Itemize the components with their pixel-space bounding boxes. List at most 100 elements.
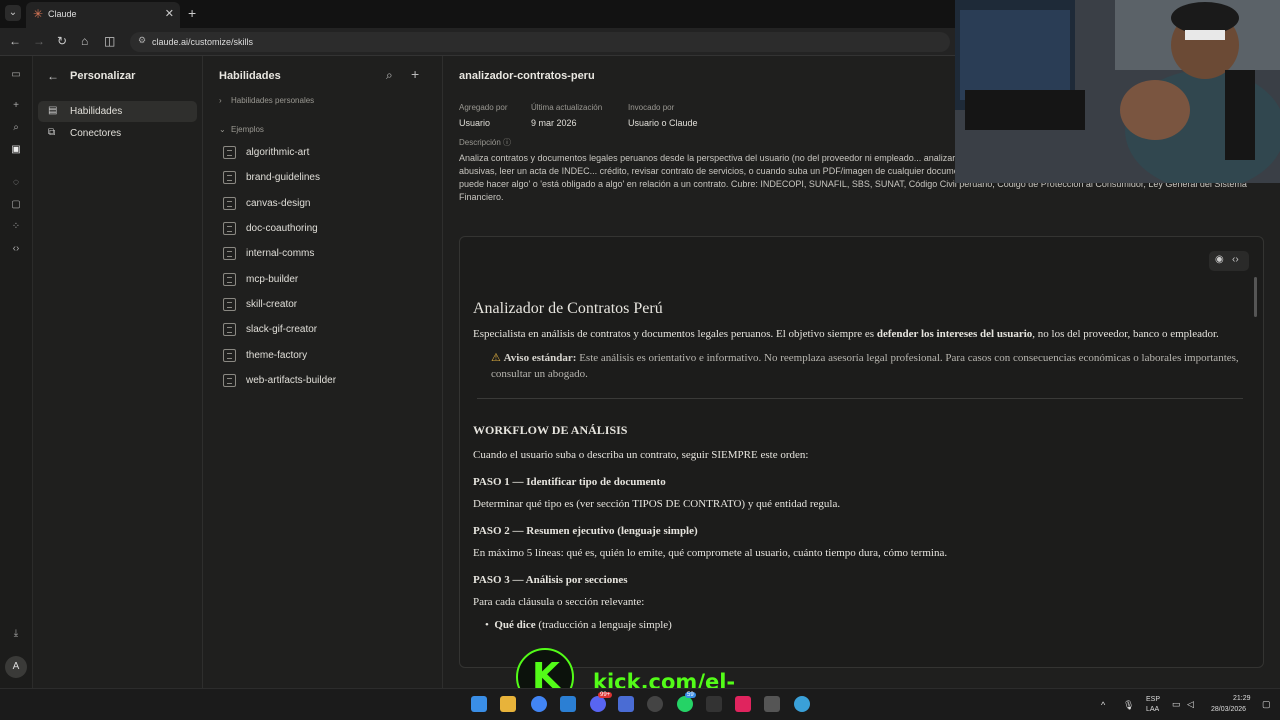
preview-scrollbar[interactable] [1254,277,1257,317]
skill-label: web-artifacts-builder [246,375,337,386]
skill-doc-icon [223,197,236,210]
sidebar-toggle-icon[interactable]: ▭ [9,68,23,82]
vscode-icon[interactable] [560,696,576,712]
skill-item[interactable]: canvas-design [223,194,423,214]
skill-label: internal-comms [246,248,315,259]
start-icon[interactable] [471,696,487,712]
skill-item[interactable]: algorithmic-art [223,143,423,163]
info-icon[interactable]: ⓘ [503,138,511,147]
lang-code[interactable]: ESP [1146,696,1160,703]
split-view-icon[interactable]: ◫ [104,34,115,48]
tiktok-icon[interactable] [735,696,751,712]
taskbar: 99+ 59 ^ 🎙 ESP LAA ▭ ◁ 21:29 28/03/2026 … [0,688,1280,720]
download-icon[interactable]: ⤓ [9,627,23,641]
webcam-image [955,0,1280,183]
lang-layout: LAA [1146,706,1160,713]
skill-item[interactable]: brand-guidelines [223,168,423,188]
projects-icon[interactable]: ▢ [9,198,23,212]
browser-tab[interactable]: ✳ Claude ✕ [26,2,180,28]
skill-label: canvas-design [246,198,311,209]
artifacts-icon[interactable]: ⁘ [9,220,23,234]
back-arrow-icon[interactable]: ← [47,69,59,83]
skill-doc-icon [223,171,236,184]
app-icon-3[interactable] [764,696,780,712]
intro-text: Especialista en análisis de contratos y … [473,328,877,340]
group-personal[interactable]: › Habilidades personales [219,96,314,105]
preview-eye-icon[interactable]: ◉ [1215,254,1224,265]
browser-icon[interactable] [794,696,810,712]
divider [477,398,1243,399]
app-icon[interactable] [618,696,634,712]
mic-icon[interactable]: 🎙 [1123,700,1134,711]
skill-item[interactable]: doc-coauthoring [223,219,423,239]
app-icon-2[interactable] [706,696,722,712]
skills-title: Habilidades [219,70,281,82]
skill-preview-card: ◉ ‹› Analizador de Contratos Perú Especi… [459,236,1264,668]
close-tab-icon[interactable]: ✕ [165,7,174,20]
site-info-icon[interactable]: ⚙ [138,35,146,46]
added-by-value: Usuario [459,118,491,128]
skill-label: theme-factory [246,350,308,361]
skill-doc-icon [223,273,236,286]
search-icon[interactable]: ⌕ [9,121,23,135]
url-text: claude.ai/customize/skills [152,37,254,47]
nav-item-habilidades[interactable]: ▤ Habilidades [38,101,197,122]
skill-item[interactable]: mcp-builder [223,270,423,290]
skill-item[interactable]: slack-gif-creator [223,320,423,340]
skill-label: mcp-builder [246,274,299,285]
group-examples[interactable]: ⌄ Ejemplos [219,125,264,134]
workflow-text: Cuando el usuario suba o describa un con… [473,449,809,461]
skill-item[interactable]: web-artifacts-builder [223,371,423,391]
customize-icon[interactable]: ▣ [9,143,23,157]
network-icon[interactable]: ▭ [1172,699,1181,710]
reload-icon[interactable]: ↻ [57,34,67,48]
tray-chevron-icon[interactable]: ^ [1101,700,1105,710]
skill-label: slack-gif-creator [246,324,318,335]
skill-item[interactable]: theme-factory [223,346,423,366]
tab-title: Claude [48,9,77,19]
url-bar[interactable]: ⚙ claude.ai/customize/skills [130,32,950,52]
back-icon[interactable]: ← [9,34,21,48]
notifications-icon[interactable]: ▢ [1262,699,1271,710]
step3-heading: PASO 3 — Análisis por secciones [473,574,628,586]
skill-item[interactable]: internal-comms [223,244,423,264]
skill-label: doc-coauthoring [246,223,318,234]
skill-doc-icon [223,298,236,311]
chats-icon[interactable]: ◌ [9,176,23,190]
forward-icon[interactable]: → [33,34,45,48]
clock-time[interactable]: 21:29 [1233,695,1251,702]
customize-title: Personalizar [70,70,136,82]
whatsapp-icon[interactable] [677,696,693,712]
nav-item-conectores[interactable]: ⧉ Conectores [38,123,197,144]
avatar[interactable]: A [5,656,27,678]
skill-doc-icon [223,323,236,336]
intro-bold: defender los intereses del usuario [876,328,1033,340]
list-item: • Qué dice (traducción a lenguaje simple… [485,619,672,631]
tab-list-button[interactable]: ⌄ [5,5,21,21]
whatsapp-badge: 59 [685,692,696,698]
added-by-label: Agregado por [459,103,508,112]
search-skills-icon[interactable]: ⌕ [386,68,393,83]
claude-favicon-icon: ✳ [33,7,44,21]
file-explorer-icon[interactable] [500,696,516,712]
group-label: Ejemplos [231,125,264,134]
warning-note: ⚠ Aviso estándar: Este análisis es orien… [491,350,1243,382]
list-item-text: (traducción a lenguaje simple) [535,619,672,631]
add-skill-icon[interactable]: + [411,66,419,82]
openai-icon[interactable] [647,696,663,712]
step1-heading: PASO 1 — Identificar tipo de documento [473,476,666,488]
new-tab-icon[interactable]: + [188,5,196,21]
discord-badge: 99+ [598,692,613,698]
app-rail: ▭ + ⌕ ▣ ◌ ▢ ⁘ ‹› ⤓ A [0,56,33,688]
code-view-icon[interactable]: ‹› [1232,254,1239,265]
code-icon[interactable]: ‹› [9,242,23,256]
skill-item[interactable]: skill-creator [223,295,423,315]
new-chat-icon[interactable]: + [9,99,23,113]
skill-doc-icon [223,374,236,387]
warning-label: Aviso estándar: [503,352,577,364]
chrome-icon[interactable] [531,696,547,712]
home-icon[interactable]: ⌂ [81,34,88,48]
volume-icon[interactable]: ◁ [1187,699,1194,710]
connectors-icon: ⧉ [48,127,56,138]
discord-icon[interactable] [590,696,606,712]
